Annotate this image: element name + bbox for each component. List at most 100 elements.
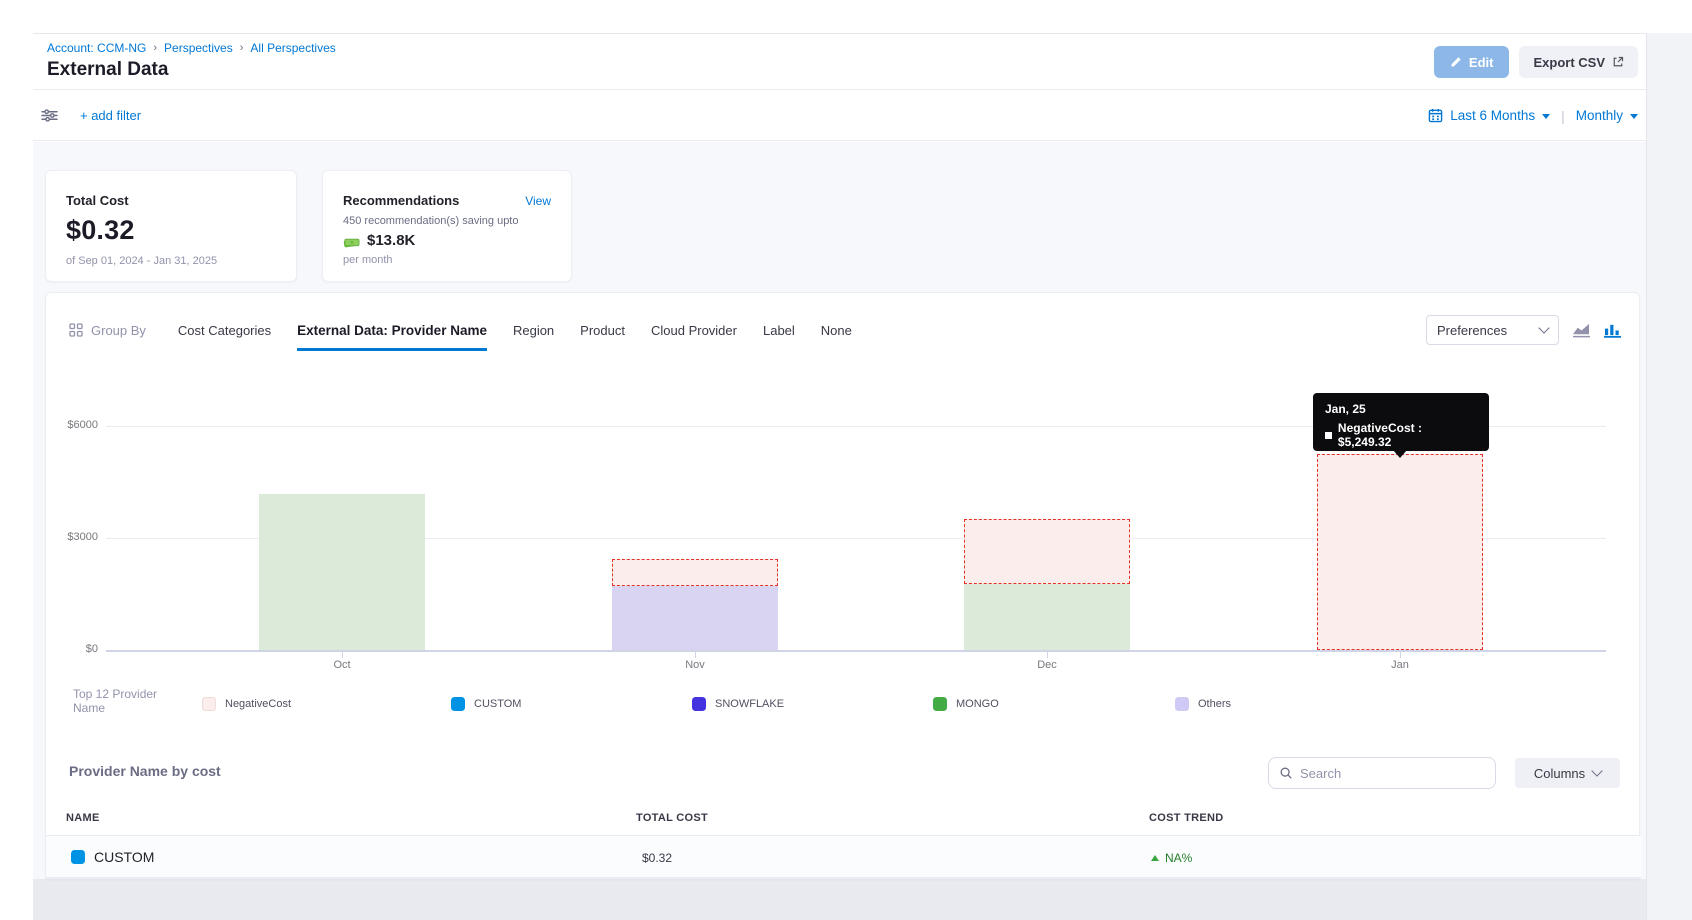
grid-icon (69, 323, 83, 337)
tab-cost-categories[interactable]: Cost Categories (178, 310, 271, 351)
x-axis-tickmark (1400, 652, 1401, 658)
preferences-dropdown[interactable]: Preferences (1426, 315, 1559, 345)
breadcrumb-separator: › (240, 42, 244, 54)
external-link-icon (1612, 56, 1624, 68)
area-chart-icon[interactable] (1572, 322, 1591, 338)
search-icon (1279, 766, 1293, 780)
x-axis-tickmark (1047, 652, 1048, 658)
column-header-name: NAME (66, 812, 100, 824)
tab-product[interactable]: Product (580, 310, 625, 351)
tab-none[interactable]: None (821, 310, 852, 351)
breadcrumb-account[interactable]: Account: CCM-NG (47, 41, 146, 55)
total-cost-card: Total Cost $0.32 of Sep 01, 2024 - Jan 3… (45, 170, 297, 282)
search-input[interactable] (1300, 766, 1470, 781)
page-header: Account: CCM-NG › Perspectives › All Per… (33, 33, 1646, 90)
legend-item-negativecost[interactable]: NegativeCost (202, 697, 291, 711)
legend-swatch-snowflake (692, 697, 706, 711)
tab-external-data-provider-name[interactable]: External Data: Provider Name (297, 310, 487, 351)
tab-cloud-provider[interactable]: Cloud Provider (651, 310, 737, 351)
legend-item-custom[interactable]: CUSTOM (451, 697, 521, 711)
row-cost-trend-cell: NA% (1151, 851, 1192, 865)
table-title: Provider Name by cost (69, 763, 221, 779)
recommendations-label: Recommendations (343, 193, 459, 208)
bottom-cutoff-band (33, 879, 1646, 920)
view-recommendations-link[interactable]: View (525, 194, 551, 208)
tooltip-value: NegativeCost : $5,249.32 (1338, 421, 1477, 449)
bar-segment-dec-mongo[interactable] (964, 584, 1130, 650)
pencil-icon (1450, 56, 1462, 68)
date-controls: Last 6 Months | Monthly (1428, 108, 1638, 124)
table-row[interactable]: CUSTOM $0.32 NA% (46, 836, 1641, 878)
cost-chart: $6000 $3000 $0 Oct Nov Dec Jan Jan, 25 (46, 353, 1641, 683)
legend-swatch-negativecost (202, 697, 216, 711)
divider: | (1561, 108, 1565, 124)
chevron-down-icon[interactable] (1542, 114, 1550, 119)
x-axis-line (106, 650, 1606, 652)
recommendations-per-month: per month (343, 254, 551, 266)
breadcrumb-separator: › (153, 42, 157, 54)
page-title: External Data (47, 59, 1626, 81)
y-axis-tick: $0 (46, 643, 98, 655)
group-by-tabs: Cost Categories External Data: Provider … (178, 307, 852, 353)
legend-title: Top 12 Provider Name (73, 687, 183, 715)
granularity-selector[interactable]: Monthly (1576, 108, 1623, 123)
x-axis-label-jan: Jan (1360, 659, 1440, 671)
tab-region[interactable]: Region (513, 310, 554, 351)
tooltip-title: Jan, 25 (1325, 402, 1477, 416)
group-by-label: Group By (69, 323, 146, 338)
breadcrumb: Account: CCM-NG › Perspectives › All Per… (47, 41, 1626, 55)
recommendations-card: Recommendations View 450 recommendation(… (322, 170, 572, 282)
bar-segment-nov-negativecost[interactable] (612, 559, 778, 586)
x-axis-tickmark (342, 652, 343, 658)
y-axis-tick: $3000 (46, 531, 98, 543)
total-cost-value: $0.32 (66, 215, 276, 246)
row-name-cell: CUSTOM (71, 849, 154, 865)
trend-up-icon (1151, 855, 1159, 861)
chevron-down-icon (1538, 322, 1549, 333)
chart-tooltip: Jan, 25 NegativeCost : $5,249.32 (1313, 393, 1489, 451)
tab-label[interactable]: Label (763, 310, 795, 351)
search-box (1268, 757, 1496, 789)
bar-segment-dec-negativecost[interactable] (964, 519, 1130, 584)
money-icon (343, 234, 360, 248)
y-axis-tick: $6000 (46, 419, 98, 431)
chevron-down-icon (1591, 765, 1602, 776)
header-buttons: Edit Export CSV (1434, 46, 1638, 78)
bar-segment-oct-mongo[interactable] (259, 494, 425, 650)
export-csv-button[interactable]: Export CSV (1519, 46, 1638, 78)
filter-sliders-icon[interactable] (41, 108, 58, 123)
recommendations-subtitle: 450 recommendation(s) saving upto (343, 215, 551, 227)
column-header-cost-trend: COST TREND (1149, 812, 1224, 824)
column-header-total-cost: TOTAL COST (636, 812, 708, 824)
breadcrumb-all-perspectives[interactable]: All Perspectives (250, 41, 335, 55)
bar-segment-jan-negativecost[interactable] (1317, 454, 1483, 650)
breadcrumb-perspectives[interactable]: Perspectives (164, 41, 233, 55)
chart-table-panel: Group By Cost Categories External Data: … (45, 292, 1640, 879)
legend-swatch-custom (451, 697, 465, 711)
columns-button[interactable]: Columns (1515, 758, 1620, 788)
add-filter-button[interactable]: + add filter (80, 108, 141, 123)
total-cost-label: Total Cost (66, 193, 276, 208)
x-axis-label-dec: Dec (1007, 659, 1087, 671)
chart-controls: Preferences (1426, 315, 1621, 345)
bar-segment-nov-others[interactable] (612, 586, 778, 650)
date-range-selector[interactable]: Last 6 Months (1450, 108, 1535, 123)
row-total-cost-cell: $0.32 (642, 851, 672, 865)
legend-item-snowflake[interactable]: SNOWFLAKE (692, 697, 784, 711)
x-axis-label-oct: Oct (302, 659, 382, 671)
page-gutter (1646, 33, 1692, 920)
legend-item-others[interactable]: Others (1175, 697, 1231, 711)
recommendations-amount: $13.8K (367, 232, 415, 249)
bar-chart-icon[interactable] (1604, 322, 1621, 338)
calendar-icon (1428, 108, 1443, 123)
row-swatch-custom (71, 850, 85, 864)
legend-swatch-others (1175, 697, 1189, 711)
app-root: Account: CCM-NG › Perspectives › All Per… (0, 0, 1692, 920)
x-axis-label-nov: Nov (655, 659, 735, 671)
chevron-down-icon[interactable] (1630, 114, 1638, 119)
legend-swatch-mongo (933, 697, 947, 711)
edit-button[interactable]: Edit (1434, 46, 1510, 78)
legend-item-mongo[interactable]: MONGO (933, 697, 999, 711)
filter-bar: + add filter Last 6 Months | Monthly (33, 91, 1646, 141)
tooltip-arrow (1393, 450, 1407, 458)
